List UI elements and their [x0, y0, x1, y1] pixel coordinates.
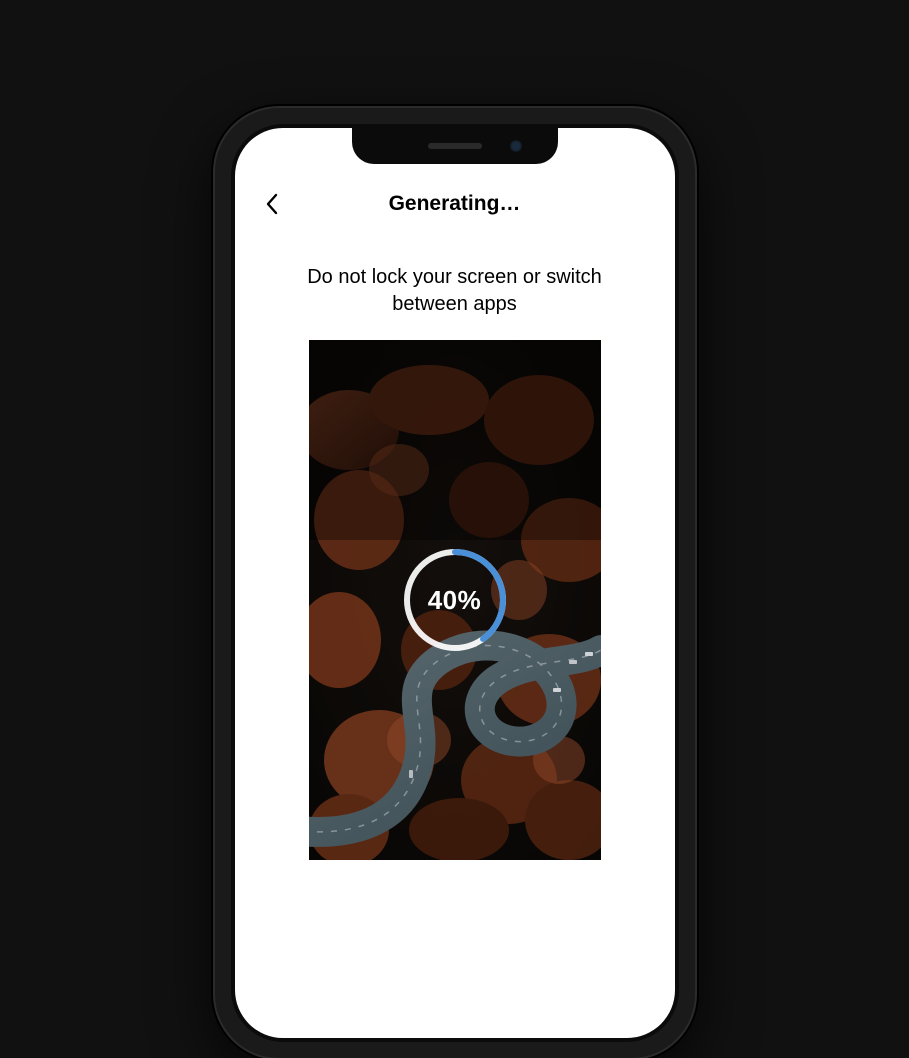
app-header: Generating…	[235, 182, 675, 226]
phone-bezel: Generating… Do not lock your screen or s…	[231, 124, 679, 1042]
phone-mockup: Generating… Do not lock your screen or s…	[215, 108, 695, 1058]
instruction-text: Do not lock your screen or switch betwee…	[235, 264, 675, 318]
app-content: Generating… Do not lock your screen or s…	[235, 128, 675, 1038]
volume-up-button	[211, 316, 215, 372]
preview-image: 40%	[309, 340, 601, 860]
chevron-left-icon	[265, 193, 279, 215]
phone-screen: Generating… Do not lock your screen or s…	[235, 128, 675, 1038]
progress-ring: 40%	[400, 545, 510, 655]
power-button	[695, 328, 699, 418]
progress-label: 40%	[400, 545, 510, 655]
notch-speaker	[428, 143, 482, 149]
phone-notch	[352, 128, 558, 164]
phone-body: Generating… Do not lock your screen or s…	[215, 108, 695, 1058]
back-button[interactable]	[257, 189, 287, 219]
page-title: Generating…	[389, 192, 521, 216]
preview-container: 40%	[235, 340, 675, 860]
volume-down-button	[211, 386, 215, 442]
notch-camera	[510, 140, 522, 152]
mute-switch	[211, 262, 215, 292]
